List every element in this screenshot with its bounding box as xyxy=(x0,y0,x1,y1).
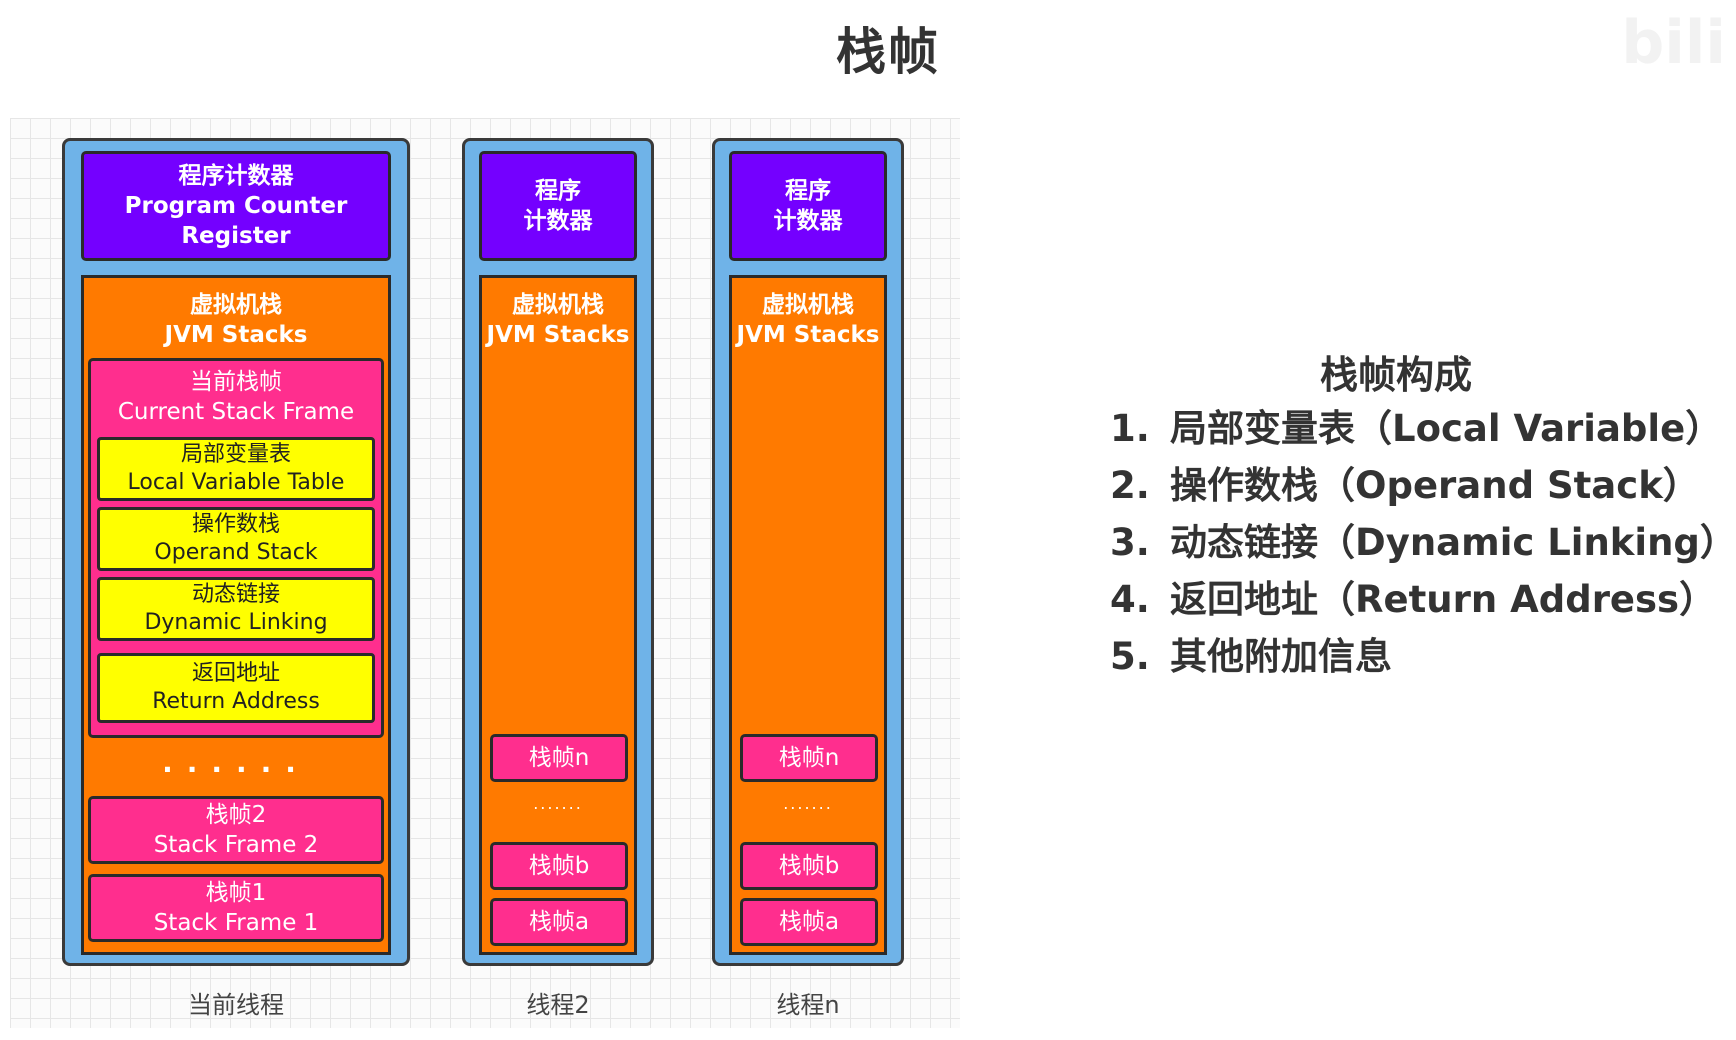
part-label-en: Dynamic Linking xyxy=(144,610,328,635)
jvm-label-en: JVM Stacks xyxy=(164,322,308,348)
ellipsis: ....... xyxy=(533,794,583,813)
list-number: 4. xyxy=(1110,578,1150,621)
stack-frame-b: 栈帧b xyxy=(740,842,878,890)
pc-label-cn: 程序计数器 xyxy=(178,163,294,189)
ellipsis: ....... xyxy=(783,794,833,813)
page-title: 栈帧 xyxy=(836,23,940,81)
jvm-label-en: JVM Stacks xyxy=(736,322,880,348)
thread-current: 程序计数器 Program Counter Register 虚拟机栈 JVM … xyxy=(62,138,410,966)
composition-title: 栈帧构成 xyxy=(1320,353,1473,397)
thread-n: 程序 计数器 虚拟机栈 JVM Stacks 栈帧n ....... 栈帧b 栈… xyxy=(712,138,904,966)
part-label-cn: 操作数栈 xyxy=(191,512,280,537)
jvm-stacks: 虚拟机栈 JVM Stacks 栈帧n ....... 栈帧b 栈帧a xyxy=(729,275,887,955)
list-text: 其他附加信息 xyxy=(1170,635,1392,678)
list-text: 操作数栈（Operand Stack） xyxy=(1170,464,1700,507)
stack-frame-1: 栈帧1 Stack Frame 1 xyxy=(88,874,384,942)
program-counter-register: 程序 计数器 xyxy=(729,151,887,261)
stack-frame-n: 栈帧n xyxy=(490,734,628,782)
operand-stack: 操作数栈 Operand Stack xyxy=(97,507,375,571)
list-number: 3. xyxy=(1110,521,1150,564)
stack-frame-2: 栈帧2 Stack Frame 2 xyxy=(88,796,384,864)
pc-label-line-2: 计数器 xyxy=(523,208,593,234)
jvm-stacks-label: 虚拟机栈 JVM Stacks xyxy=(482,290,634,350)
frame-label-cn: 栈帧1 xyxy=(205,880,267,906)
current-frame-label-cn: 当前栈帧 xyxy=(190,369,282,395)
part-label-cn: 动态链接 xyxy=(191,582,280,607)
current-stack-frame: 当前栈帧 Current Stack Frame 局部变量表 Local Var… xyxy=(88,358,384,738)
list-item: 1. 局部变量表（Local Variable） xyxy=(1110,400,1736,457)
list-item: 4. 返回地址（Return Address） xyxy=(1110,571,1736,628)
part-label-en: Return Address xyxy=(152,689,320,714)
list-item: 2. 操作数栈（Operand Stack） xyxy=(1110,457,1736,514)
jvm-label-cn: 虚拟机栈 xyxy=(512,292,604,318)
frame-label-en: Stack Frame 2 xyxy=(153,832,319,858)
pc-label-line-1: 程序 xyxy=(535,178,581,204)
jvm-stacks-label: 虚拟机栈 JVM Stacks xyxy=(84,290,388,350)
part-label-en: Operand Stack xyxy=(154,540,318,565)
list-number: 1. xyxy=(1110,407,1150,450)
stack-frame-n: 栈帧n xyxy=(740,734,878,782)
jvm-label-cn: 虚拟机栈 xyxy=(762,292,854,318)
list-number: 2. xyxy=(1110,464,1150,507)
jvm-stacks: 虚拟机栈 JVM Stacks 当前栈帧 Current Stack Frame… xyxy=(81,275,391,955)
list-item: 5. 其他附加信息 xyxy=(1110,628,1736,685)
ellipsis: ...... xyxy=(162,746,310,779)
stack-frame-a: 栈帧a xyxy=(490,898,628,946)
current-frame-label-en: Current Stack Frame xyxy=(117,399,355,425)
thread-caption-n: 线程n xyxy=(776,991,840,1019)
pc-label-en: Program Counter xyxy=(124,193,348,219)
pc-label-line-1: 程序 xyxy=(785,178,831,204)
frame-label-cn: 栈帧2 xyxy=(205,802,267,828)
list-text: 返回地址（Return Address） xyxy=(1170,578,1717,621)
frame-label-en: Stack Frame 1 xyxy=(153,910,319,936)
list-item: 3. 动态链接（Dynamic Linking） xyxy=(1110,514,1736,571)
dynamic-linking: 动态链接 Dynamic Linking xyxy=(97,577,375,641)
stack-frame-b: 栈帧b xyxy=(490,842,628,890)
return-address: 返回地址 Return Address xyxy=(97,653,375,723)
jvm-stacks-label: 虚拟机栈 JVM Stacks xyxy=(732,290,884,350)
composition-list: 1. 局部变量表（Local Variable） 2. 操作数栈（Operand S… xyxy=(1110,400,1736,685)
program-counter-register: 程序计数器 Program Counter Register xyxy=(81,151,391,261)
jvm-label-cn: 虚拟机栈 xyxy=(190,292,282,318)
local-variable-table: 局部变量表 Local Variable Table xyxy=(97,437,375,501)
current-frame-label: 当前栈帧 Current Stack Frame xyxy=(91,367,381,427)
part-label-cn: 返回地址 xyxy=(191,661,280,686)
jvm-stacks: 虚拟机栈 JVM Stacks 栈帧n ....... 栈帧b 栈帧a xyxy=(479,275,637,955)
list-text: 局部变量表（Local Variable） xyxy=(1170,407,1723,450)
pc-label-en-2: Register xyxy=(181,223,291,249)
thread-2: 程序 计数器 虚拟机栈 JVM Stacks 栈帧n ....... 栈帧b 栈… xyxy=(462,138,654,966)
list-number: 5. xyxy=(1110,635,1150,678)
pc-label-line-2: 计数器 xyxy=(773,208,843,234)
stack-frame-a: 栈帧a xyxy=(740,898,878,946)
program-counter-register: 程序 计数器 xyxy=(479,151,637,261)
part-label-en: Local Variable Table xyxy=(127,470,345,495)
thread-caption-2: 线程2 xyxy=(526,991,590,1019)
jvm-label-en: JVM Stacks xyxy=(486,322,630,348)
thread-caption-current: 当前线程 xyxy=(188,991,284,1019)
part-label-cn: 局部变量表 xyxy=(180,442,291,467)
list-text: 动态链接（Dynamic Linking） xyxy=(1170,521,1736,564)
